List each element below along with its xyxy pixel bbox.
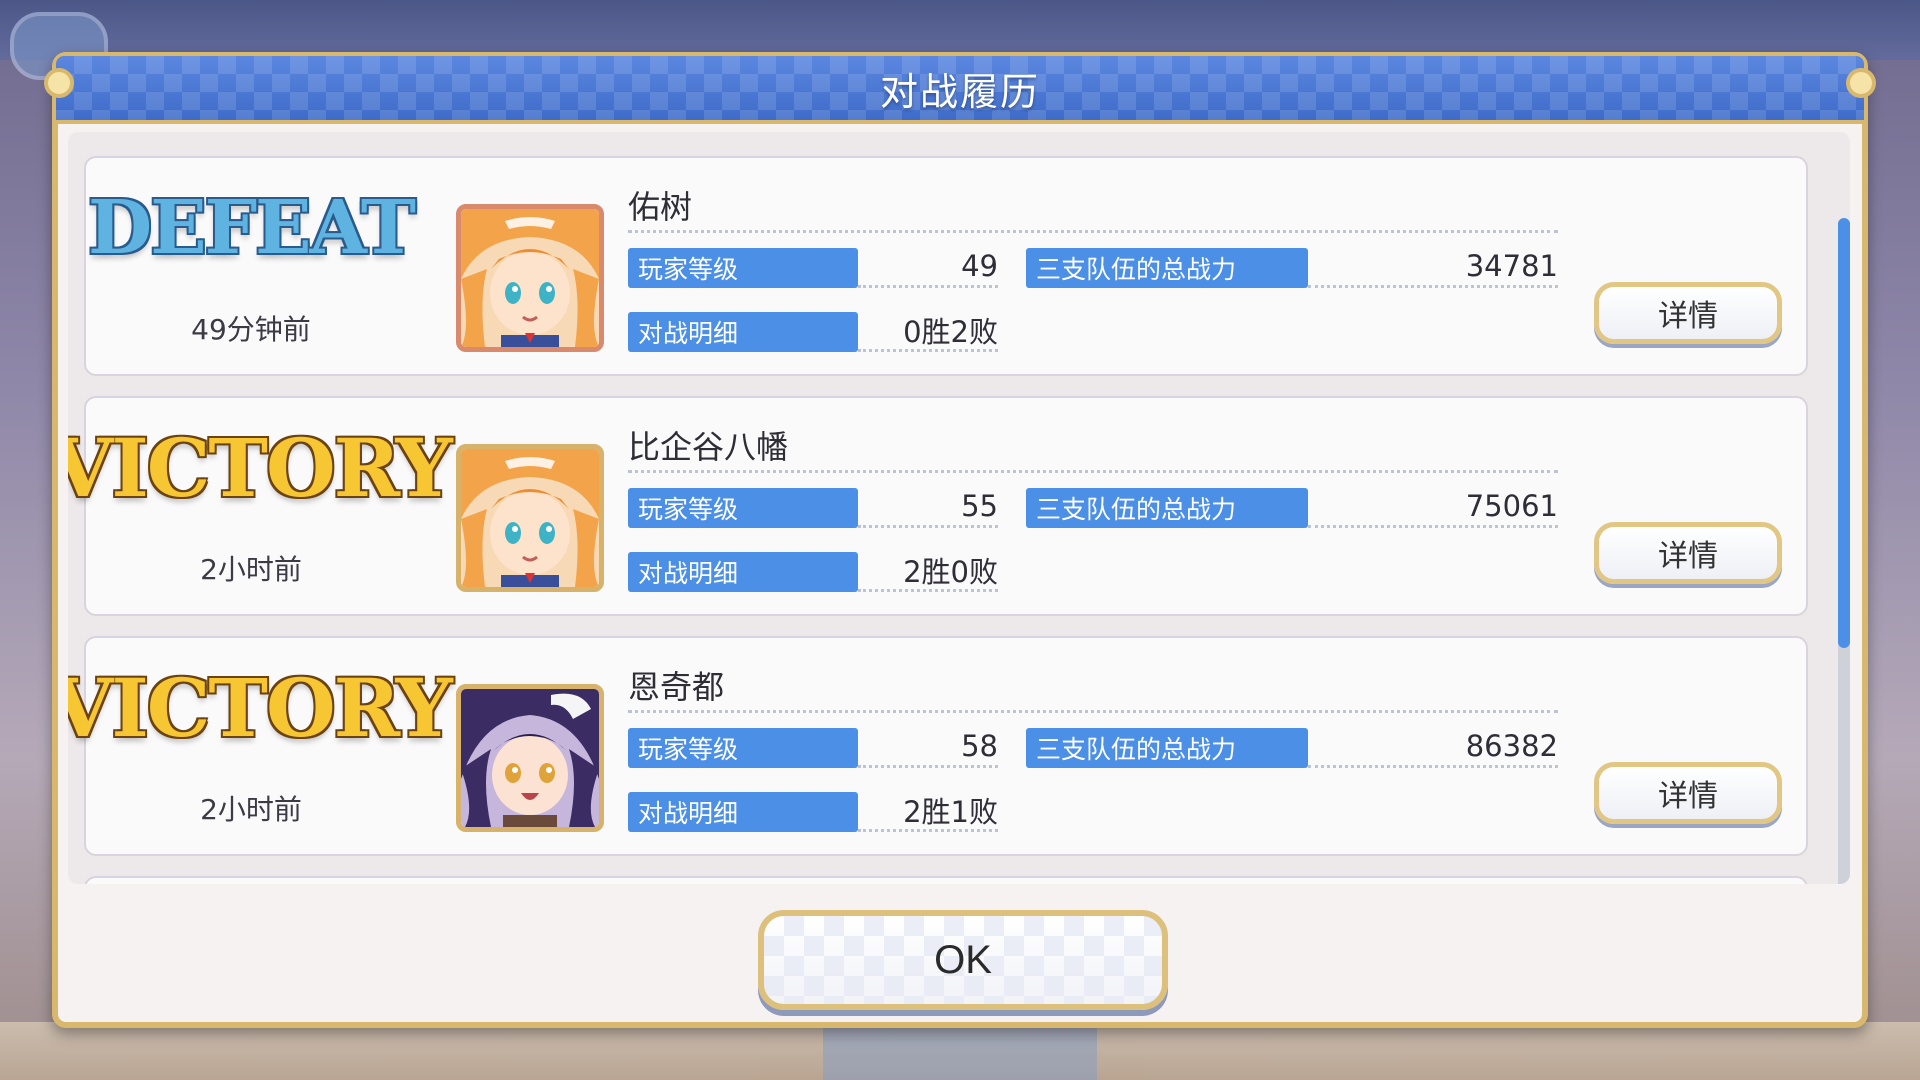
result-defeat-text: DEFEAT [88, 185, 416, 271]
opponent-avatar-icon[interactable] [456, 444, 604, 592]
divider [628, 470, 1558, 473]
battle-record-list[interactable]: DEFEAT 49分钟前 佑树 玩家等级 49 三支队伍的总战力 34781 对… [68, 132, 1850, 884]
opponent-name: 恩奇都 [628, 668, 725, 706]
team-power-value: 75061 [1465, 489, 1558, 523]
opponent-avatar-icon[interactable] [456, 684, 604, 832]
details-button[interactable]: 详情 [1594, 282, 1782, 344]
battle-record-card: DEFEAT 49分钟前 佑树 玩家等级 49 三支队伍的总战力 34781 对… [84, 156, 1808, 376]
battle-detail-label: 对战明细 [628, 312, 858, 352]
opponent-name: 佑树 [628, 188, 693, 226]
dialog-title-bar: 对战履历 [56, 56, 1864, 124]
background-header [0, 0, 1920, 60]
battle-record-card: VICTORY 2小时前 恩奇都 玩家等级 58 三支队伍的总战力 86382 … [68, 636, 1808, 856]
bg-nav-item [274, 1022, 548, 1080]
opponent-name: 比企谷八幡 [628, 428, 789, 466]
battle-time: 2小时前 [200, 553, 302, 586]
battle-record-card [84, 876, 1808, 884]
opponent-avatar-icon[interactable] [456, 204, 604, 352]
battle-record-value: 0胜2败 [903, 315, 998, 349]
bg-nav-item [1646, 1022, 1920, 1080]
bg-nav-item [822, 1022, 1098, 1080]
details-button[interactable]: 详情 [1594, 522, 1782, 584]
player-level-label: 玩家等级 [628, 248, 858, 288]
battle-record-value: 2胜1败 [903, 795, 998, 829]
player-level-label: 玩家等级 [628, 488, 858, 528]
team-power-label: 三支队伍的总战力 [1026, 488, 1308, 528]
team-power-value: 34781 [1465, 249, 1558, 283]
dialog-title: 对战履历 [879, 69, 1040, 114]
battle-detail-label: 对战明细 [628, 552, 858, 592]
details-button[interactable]: 详情 [1594, 762, 1782, 824]
ok-button[interactable]: OK [758, 910, 1168, 1010]
team-power-label: 三支队伍的总战力 [1026, 728, 1308, 768]
corner-ornament-icon [1846, 68, 1876, 98]
result-victory-text: VICTORY [68, 661, 453, 755]
background-nav [0, 1022, 1920, 1080]
battle-history-dialog: 对战履历 DEFEAT 49分钟前 佑树 玩家等级 49 三支队伍的总战力 34… [44, 52, 1876, 1028]
scrollbar[interactable] [1838, 218, 1850, 884]
player-level-value: 49 [961, 249, 998, 283]
team-power-label: 三支队伍的总战力 [1026, 248, 1308, 288]
bg-nav-item [549, 1022, 823, 1080]
battle-record-value: 2胜0败 [903, 555, 998, 589]
battle-record-card: VICTORY 2小时前 比企谷八幡 玩家等级 55 三支队伍的总战力 7506… [68, 396, 1808, 616]
battle-detail-label: 对战明细 [628, 792, 858, 832]
battle-time: 49分钟前 [191, 313, 311, 346]
scrollbar-thumb[interactable] [1838, 218, 1850, 648]
bg-nav-item [0, 1022, 274, 1080]
corner-ornament-icon [44, 68, 74, 98]
result-victory-text: VICTORY [68, 421, 453, 515]
player-level-value: 58 [961, 729, 998, 763]
player-level-label: 玩家等级 [628, 728, 858, 768]
divider [628, 230, 1558, 233]
player-level-value: 55 [961, 489, 998, 523]
battle-time: 2小时前 [200, 793, 302, 826]
bg-nav-item [1097, 1022, 1371, 1080]
team-power-value: 86382 [1465, 729, 1558, 763]
bg-nav-item [1371, 1022, 1645, 1080]
divider [628, 710, 1558, 713]
